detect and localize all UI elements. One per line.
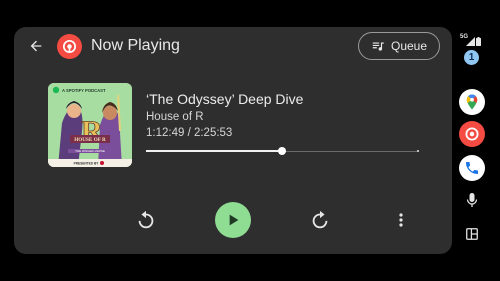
replay-button[interactable] [134,208,158,232]
battery-icon [476,37,481,46]
back-button[interactable] [24,34,48,58]
phone-icon [466,162,478,174]
dashboard-button[interactable] [462,224,482,244]
voice-assistant-button[interactable] [463,190,481,210]
svg-text:THE RINGER-VERSE: THE RINGER-VERSE [75,149,105,153]
progress-fill [146,150,282,152]
microphone-icon [466,193,478,207]
svg-text:A SPOTIFY PODCAST: A SPOTIFY PODCAST [62,88,106,93]
google-maps-app[interactable] [459,89,485,115]
forward-button[interactable] [308,208,332,232]
svg-text:R: R [81,115,103,148]
podcast-addict-icon [465,127,479,141]
phone-app[interactable] [459,155,485,181]
queue-label: Queue [390,39,428,53]
dashboard-icon [466,228,478,240]
progress-bar[interactable] [146,147,419,155]
more-vert-icon [399,213,403,227]
android-auto-screen: Now Playing Queue A SPOTIFY PODCAST R HO… [0,0,500,281]
podcast-addict-app[interactable] [459,121,485,147]
svg-text:PRESENTED BY: PRESENTED BY [74,162,100,166]
signal-icon [466,37,475,46]
google-maps-icon [466,94,478,110]
podcast-addict-logo [57,34,82,59]
progress-end [417,150,419,152]
forward-icon [312,210,328,229]
page-title: Now Playing [91,37,180,54]
svg-text:HOUSE OF R: HOUSE OF R [74,137,106,143]
progress-thumb[interactable] [277,147,286,155]
arrow-back-icon [30,40,42,52]
replay-icon [138,210,154,229]
podcast-name: House of R [146,111,204,123]
more-options-button[interactable] [393,210,409,230]
playback-time: 1:12:49 / 2:25:53 [146,127,233,139]
status-bar: 5G [460,34,482,46]
play-icon [229,214,239,226]
episode-artwork: A SPOTIFY PODCAST R HOUSE OF R THE RINGE… [48,83,132,167]
play-button[interactable] [215,202,251,238]
house-of-r-artwork: A SPOTIFY PODCAST R HOUSE OF R THE RINGE… [48,83,132,167]
queue-music-icon [372,42,384,51]
notification-badge[interactable]: 1 [464,50,479,65]
queue-button[interactable]: Queue [358,32,440,60]
podcast-icon [62,39,77,54]
episode-title: ‘The Odyssey’ Deep Dive [146,91,304,107]
